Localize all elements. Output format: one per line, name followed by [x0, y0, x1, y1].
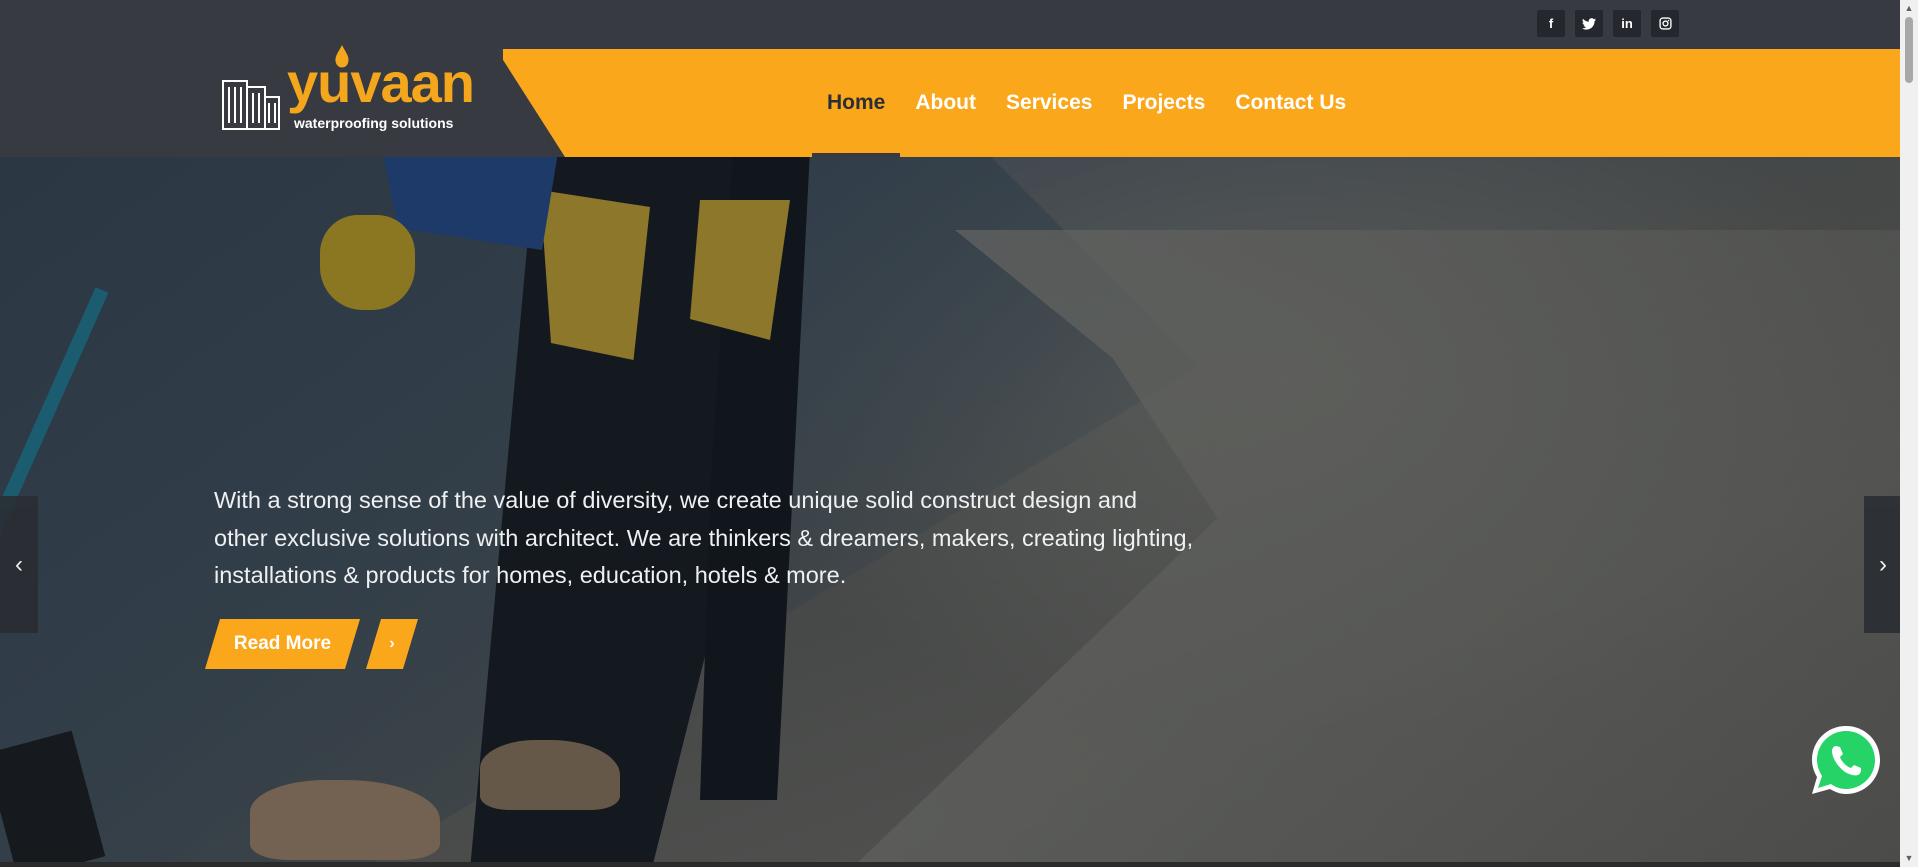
- page-scrollbar[interactable]: ▲ ▼: [1900, 0, 1918, 867]
- slider-prev-button[interactable]: ‹: [0, 496, 38, 633]
- twitter-icon[interactable]: [1575, 10, 1603, 37]
- social-links: f in: [1537, 10, 1679, 37]
- building-logo-icon: [222, 80, 280, 130]
- read-more-group: Read More ›: [205, 619, 418, 669]
- scroll-down-icon[interactable]: ▼: [1904, 853, 1914, 863]
- logo-tagline: waterproofing solutions: [294, 115, 454, 131]
- hero-description: With a strong sense of the value of dive…: [214, 487, 1194, 588]
- site-logo[interactable]: yuvaan waterproofing solutions: [221, 45, 475, 135]
- whatsapp-button[interactable]: [1808, 722, 1884, 798]
- scrollbar-thumb[interactable]: [1905, 17, 1913, 83]
- linkedin-icon[interactable]: in: [1613, 10, 1641, 37]
- nav-item-home[interactable]: Home: [812, 49, 901, 157]
- nav-item-services[interactable]: Services: [991, 49, 1107, 157]
- read-more-button[interactable]: Read More: [205, 619, 360, 669]
- whatsapp-icon: [1812, 726, 1880, 794]
- nav-item-contact-us[interactable]: Contact Us: [1220, 49, 1361, 157]
- chevron-left-icon: ‹: [15, 550, 23, 578]
- scroll-up-icon[interactable]: ▲: [1904, 3, 1914, 13]
- chevron-right-icon: ›: [389, 635, 395, 652]
- bottom-strip: [0, 862, 1900, 867]
- main-menu: Home About Services Projects Contact Us: [812, 49, 1361, 157]
- nav-item-about[interactable]: About: [900, 49, 991, 157]
- facebook-icon[interactable]: f: [1537, 10, 1565, 37]
- read-more-arrow-button[interactable]: ›: [366, 619, 418, 669]
- nav-item-projects[interactable]: Projects: [1107, 49, 1220, 157]
- logo-wordmark: yuvaan: [287, 51, 475, 114]
- instagram-icon[interactable]: [1651, 10, 1679, 37]
- slider-next-button[interactable]: ›: [1864, 496, 1902, 633]
- chevron-right-icon: ›: [1879, 550, 1887, 578]
